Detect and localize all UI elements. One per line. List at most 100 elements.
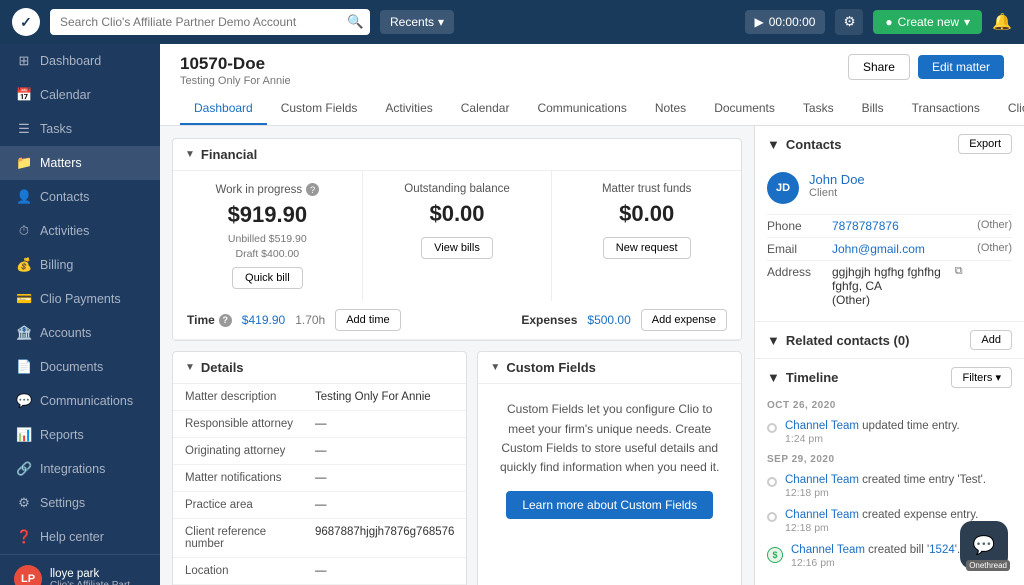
export-button[interactable]: Export: [958, 134, 1012, 154]
tab-dashboard[interactable]: Dashboard: [180, 93, 267, 125]
tab-notes[interactable]: Notes: [641, 93, 700, 125]
user-info: lloye park Clio's Affiliate Part...: [50, 568, 138, 585]
related-contacts-label: Related contacts (0): [786, 333, 910, 348]
timeline-filters-button[interactable]: Filters ▾: [951, 367, 1012, 388]
tab-activities[interactable]: Activities: [371, 93, 446, 125]
share-button[interactable]: Share: [848, 54, 910, 80]
detail-value: —: [315, 445, 454, 457]
timeline-action-text: created time entry 'Test'.: [859, 474, 986, 486]
time-hours: 1.70h: [295, 313, 325, 327]
notifications-button[interactable]: 🔔: [992, 12, 1012, 32]
sidebar-icon: 👤: [16, 189, 32, 205]
detail-row-6: Location—: [173, 558, 466, 585]
wip-info-icon[interactable]: ?: [306, 183, 319, 196]
learn-custom-fields-button[interactable]: Learn more about Custom Fields: [506, 491, 713, 519]
timer-settings-button[interactable]: ⚙: [835, 9, 863, 35]
timeline-text: Channel Team created expense entry.: [785, 509, 1012, 521]
add-related-contact-button[interactable]: Add: [970, 330, 1012, 350]
sidebar-item-matters[interactable]: 📁Matters: [0, 146, 160, 180]
detail-row-4: Practice area—: [173, 492, 466, 519]
search-button[interactable]: 🔍: [347, 14, 364, 30]
sidebar-item-reports[interactable]: 📊Reports: [0, 418, 160, 452]
financial-grid: Work in progress ? $919.90 Unbilled $519…: [173, 171, 741, 301]
tab-tasks[interactable]: Tasks: [789, 93, 848, 125]
sidebar-item-integrations[interactable]: 🔗Integrations: [0, 452, 160, 486]
chat-widget[interactable]: 💬 Onethread: [960, 521, 1008, 569]
sidebar-icon: ⚙: [16, 495, 32, 511]
trust-label: Matter trust funds: [566, 183, 727, 195]
financial-header: ▼ Financial: [173, 139, 741, 171]
sidebar-item-dashboard[interactable]: ⊞Dashboard: [0, 44, 160, 78]
contacts-arrow: ▼: [767, 137, 780, 152]
timeline-actor-link[interactable]: Channel Team: [791, 544, 865, 556]
copy-address-icon[interactable]: ⧉: [955, 265, 963, 307]
sidebar-item-clio-payments[interactable]: 💳 Clio Payments: [0, 282, 160, 316]
outstanding-amount: $0.00: [377, 201, 538, 227]
custom-fields-content: Custom Fields let you configure Clio to …: [478, 384, 741, 535]
sidebar-label: Billing: [40, 258, 73, 272]
contact-name[interactable]: John Doe: [809, 172, 865, 187]
sidebar-item-billing[interactable]: 💰Billing: [0, 248, 160, 282]
detail-value: 9687887hjgjh7876g768576: [315, 526, 454, 550]
sidebar-item-accounts[interactable]: 🏦 Accounts: [0, 316, 160, 350]
sidebar-item-contacts[interactable]: 👤Contacts: [0, 180, 160, 214]
matter-title: 10570-Doe: [180, 54, 291, 74]
sidebar: ⊞Dashboard📅Calendar☰Tasks📁Matters👤Contac…: [0, 44, 160, 585]
sidebar-icon: 💳: [16, 291, 32, 307]
sidebar-icon: 🏦: [16, 325, 32, 341]
tab-custom-fields[interactable]: Custom Fields: [267, 93, 372, 125]
sidebar-item-documents[interactable]: 📄Documents: [0, 350, 160, 384]
matter-subtitle: Testing Only For Annie: [180, 75, 291, 87]
email-link[interactable]: John@gmail.com: [832, 242, 967, 256]
sidebar-item-activities[interactable]: ⏱Activities: [0, 214, 160, 248]
create-new-button[interactable]: ● Create new ▾: [873, 10, 982, 34]
user-avatar: LP: [14, 565, 42, 585]
sidebar-icon: 💬: [16, 393, 32, 409]
sidebar-label: Accounts: [40, 326, 91, 340]
sidebar-item-calendar[interactable]: 📅Calendar: [0, 78, 160, 112]
contact-avatar: JD: [767, 172, 799, 204]
search-input[interactable]: [50, 9, 370, 35]
timeline-dot: [767, 512, 777, 522]
timeline-actor-link[interactable]: Channel Team: [785, 420, 859, 432]
bottom-row: ▼ Details Matter descriptionTesting Only…: [172, 351, 742, 585]
user-section: LP lloye park Clio's Affiliate Part...: [0, 555, 160, 585]
sidebar-item-communications[interactable]: 💬 Communications: [0, 384, 160, 418]
add-expense-button[interactable]: Add expense: [641, 309, 727, 331]
detail-label: Matter notifications: [185, 472, 315, 484]
plus-icon: ●: [885, 15, 892, 29]
timeline-content: Channel Team created time entry 'Test'.1…: [785, 474, 1012, 499]
main-layout: ⊞Dashboard📅Calendar☰Tasks📁Matters👤Contac…: [0, 44, 1024, 585]
tab-bills[interactable]: Bills: [848, 93, 898, 125]
timeline-actor-link[interactable]: Channel Team: [785, 474, 859, 486]
sidebar-item-settings[interactable]: ⚙Settings: [0, 486, 160, 520]
tab-clio-connect[interactable]: Clio Connect: [994, 93, 1024, 125]
time-info-icon[interactable]: ?: [219, 314, 232, 327]
sidebar-label: Communications: [40, 394, 133, 408]
sidebar-item-tasks[interactable]: ☰Tasks: [0, 112, 160, 146]
address-row: Address ggjhgjh hgfhg fghfhg fghfg, CA (…: [767, 260, 1012, 311]
sidebar-label: Clio Payments: [40, 292, 121, 306]
add-time-button[interactable]: Add time: [335, 309, 400, 331]
sidebar-label: Dashboard: [40, 54, 101, 68]
timeline-date-0: OCT 26, 2020: [755, 396, 1024, 415]
quick-bill-button[interactable]: Quick bill: [232, 267, 303, 289]
sidebar-label: Tasks: [40, 122, 72, 136]
timeline-action-text: created bill ': [865, 544, 929, 556]
edit-matter-button[interactable]: Edit matter: [918, 55, 1004, 79]
tab-calendar[interactable]: Calendar: [447, 93, 524, 125]
details-table: Matter descriptionTesting Only For Annie…: [173, 384, 466, 585]
new-request-button[interactable]: New request: [603, 237, 691, 259]
tab-communications[interactable]: Communications: [523, 93, 640, 125]
timeline-arrow: ▼: [767, 370, 780, 385]
view-bills-button[interactable]: View bills: [421, 237, 493, 259]
sidebar-item-help-center[interactable]: ❓Help center: [0, 520, 160, 554]
timeline-actor-link[interactable]: Channel Team: [785, 509, 859, 521]
wip-cell: Work in progress ? $919.90 Unbilled $519…: [173, 171, 363, 301]
tab-documents[interactable]: Documents: [700, 93, 789, 125]
timer-button[interactable]: ▶ 00:00:00: [745, 10, 826, 34]
phone-link[interactable]: 7878787876: [832, 219, 967, 233]
recents-button[interactable]: Recents ▾: [380, 10, 454, 34]
tab-transactions[interactable]: Transactions: [898, 93, 994, 125]
timeline-bill-link[interactable]: 1524: [929, 544, 955, 556]
